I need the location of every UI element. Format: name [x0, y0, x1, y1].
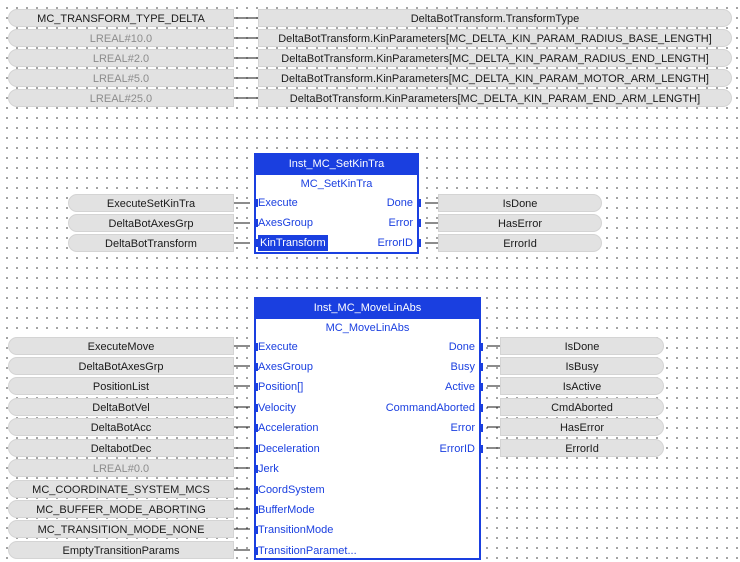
output-variable[interactable]: ErrorId: [438, 234, 602, 252]
pin-marker: [254, 219, 258, 227]
function-block-movelinabs[interactable]: Inst_MC_MoveLinAbs MC_MoveLinAbs Execute…: [254, 297, 483, 560]
assign-target[interactable]: DeltaBotTransform.KinParameters[MC_DELTA…: [258, 49, 732, 67]
pin-marker: [479, 404, 483, 412]
input-variable[interactable]: MC_TRANSITION_MODE_NONE: [8, 520, 234, 538]
input-variable[interactable]: ExecuteMove: [8, 337, 234, 355]
pin-errorid[interactable]: ErrorID: [378, 235, 421, 251]
input-variable[interactable]: DeltabotDec: [8, 439, 234, 457]
assign-source[interactable]: MC_TRANSFORM_TYPE_DELTA: [8, 9, 234, 27]
pin-marker: [254, 424, 258, 432]
pin-error[interactable]: Error: [451, 420, 483, 436]
output-variable[interactable]: IsBusy: [500, 357, 664, 375]
output-variable[interactable]: HasError: [500, 418, 664, 436]
pin-marker: [254, 486, 258, 494]
output-variable[interactable]: IsDone: [438, 194, 602, 212]
pin-marker: [417, 199, 421, 207]
pin-marker: [479, 445, 483, 453]
input-variable[interactable]: LREAL#0.0: [8, 459, 234, 477]
output-variable[interactable]: IsDone: [500, 337, 664, 355]
pin-done[interactable]: Done: [449, 339, 483, 355]
assign-target[interactable]: DeltaBotTransform.TransformType: [258, 9, 732, 27]
assign-target[interactable]: DeltaBotTransform.KinParameters[MC_DELTA…: [258, 29, 732, 47]
output-variable[interactable]: ErrorId: [500, 439, 664, 457]
pin-marker: [254, 445, 258, 453]
input-variable[interactable]: PositionList: [8, 377, 234, 395]
pin-marker: [254, 404, 258, 412]
output-variable[interactable]: HasError: [438, 214, 602, 232]
fb-instance-name[interactable]: Inst_MC_SetKinTra: [256, 155, 417, 175]
pin-marker: [254, 526, 258, 534]
function-block-setkintra[interactable]: Inst_MC_SetKinTra MC_SetKinTra Execute A…: [254, 153, 421, 254]
output-variable[interactable]: CmdAborted: [500, 398, 664, 416]
output-variable[interactable]: IsActive: [500, 377, 664, 395]
input-variable[interactable]: DeltaBotAxesGrp: [8, 357, 234, 375]
input-variable[interactable]: DeltaBotTransform: [68, 234, 234, 252]
pin-acceleration[interactable]: Acceleration: [254, 420, 319, 436]
pin-transitionmode[interactable]: TransitionMode: [254, 522, 333, 538]
input-variable[interactable]: MC_BUFFER_MODE_ABORTING: [8, 500, 234, 518]
pin-busy[interactable]: Busy: [451, 359, 483, 375]
input-variable[interactable]: EmptyTransitionParams: [8, 541, 234, 559]
pin-done[interactable]: Done: [387, 195, 421, 211]
pin-marker: [254, 239, 258, 247]
pin-active[interactable]: Active: [445, 379, 483, 395]
input-variable[interactable]: DeltaBotAxesGrp: [68, 214, 234, 232]
fb-instance-name[interactable]: Inst_MC_MoveLinAbs: [256, 299, 479, 319]
pin-execute[interactable]: Execute: [254, 339, 298, 355]
assign-source[interactable]: LREAL#5.0: [8, 69, 234, 87]
assign-target[interactable]: DeltaBotTransform.KinParameters[MC_DELTA…: [258, 69, 732, 87]
pin-marker: [254, 363, 258, 371]
fb-type-name: MC_SetKinTra: [300, 178, 373, 190]
input-variable[interactable]: DeltaBotVel: [8, 398, 234, 416]
fb-type-name: MC_MoveLinAbs: [325, 322, 410, 334]
pin-coordsystem[interactable]: CoordSystem: [254, 482, 325, 498]
pin-errorid[interactable]: ErrorID: [440, 441, 483, 457]
pin-jerk[interactable]: Jerk: [254, 461, 279, 477]
pin-deceleration[interactable]: Deceleration: [254, 441, 320, 457]
input-variable[interactable]: DeltaBotAcc: [8, 418, 234, 436]
pin-marker: [254, 383, 258, 391]
pin-marker: [479, 424, 483, 432]
assign-source[interactable]: LREAL#10.0: [8, 29, 234, 47]
assign-target[interactable]: DeltaBotTransform.KinParameters[MC_DELTA…: [258, 89, 732, 107]
pin-kintransform[interactable]: KinTransform: [254, 235, 328, 251]
pin-velocity[interactable]: Velocity: [254, 400, 296, 416]
pin-axesgroup[interactable]: AxesGroup: [254, 215, 313, 231]
pin-marker: [479, 383, 483, 391]
pin-marker: [254, 506, 258, 514]
pin-axesgroup[interactable]: AxesGroup: [254, 359, 313, 375]
pin-marker: [479, 343, 483, 351]
pin-marker: [417, 219, 421, 227]
pin-marker: [254, 547, 258, 555]
pin-marker: [254, 343, 258, 351]
pin-marker: [254, 199, 258, 207]
pin-marker: [254, 465, 258, 473]
pin-error[interactable]: Error: [389, 215, 421, 231]
pin-marker: [479, 363, 483, 371]
assign-source[interactable]: LREAL#2.0: [8, 49, 234, 67]
input-variable[interactable]: ExecuteSetKinTra: [68, 194, 234, 212]
pin-position[interactable]: Position[]: [254, 379, 303, 395]
pin-buffermode[interactable]: BufferMode: [254, 502, 315, 518]
pin-transitionparameter[interactable]: TransitionParamet...: [254, 543, 357, 559]
pin-commandaborted[interactable]: CommandAborted: [386, 400, 483, 416]
pin-execute[interactable]: Execute: [254, 195, 298, 211]
input-variable[interactable]: MC_COORDINATE_SYSTEM_MCS: [8, 480, 234, 498]
pin-marker: [417, 239, 421, 247]
assign-source[interactable]: LREAL#25.0: [8, 89, 234, 107]
